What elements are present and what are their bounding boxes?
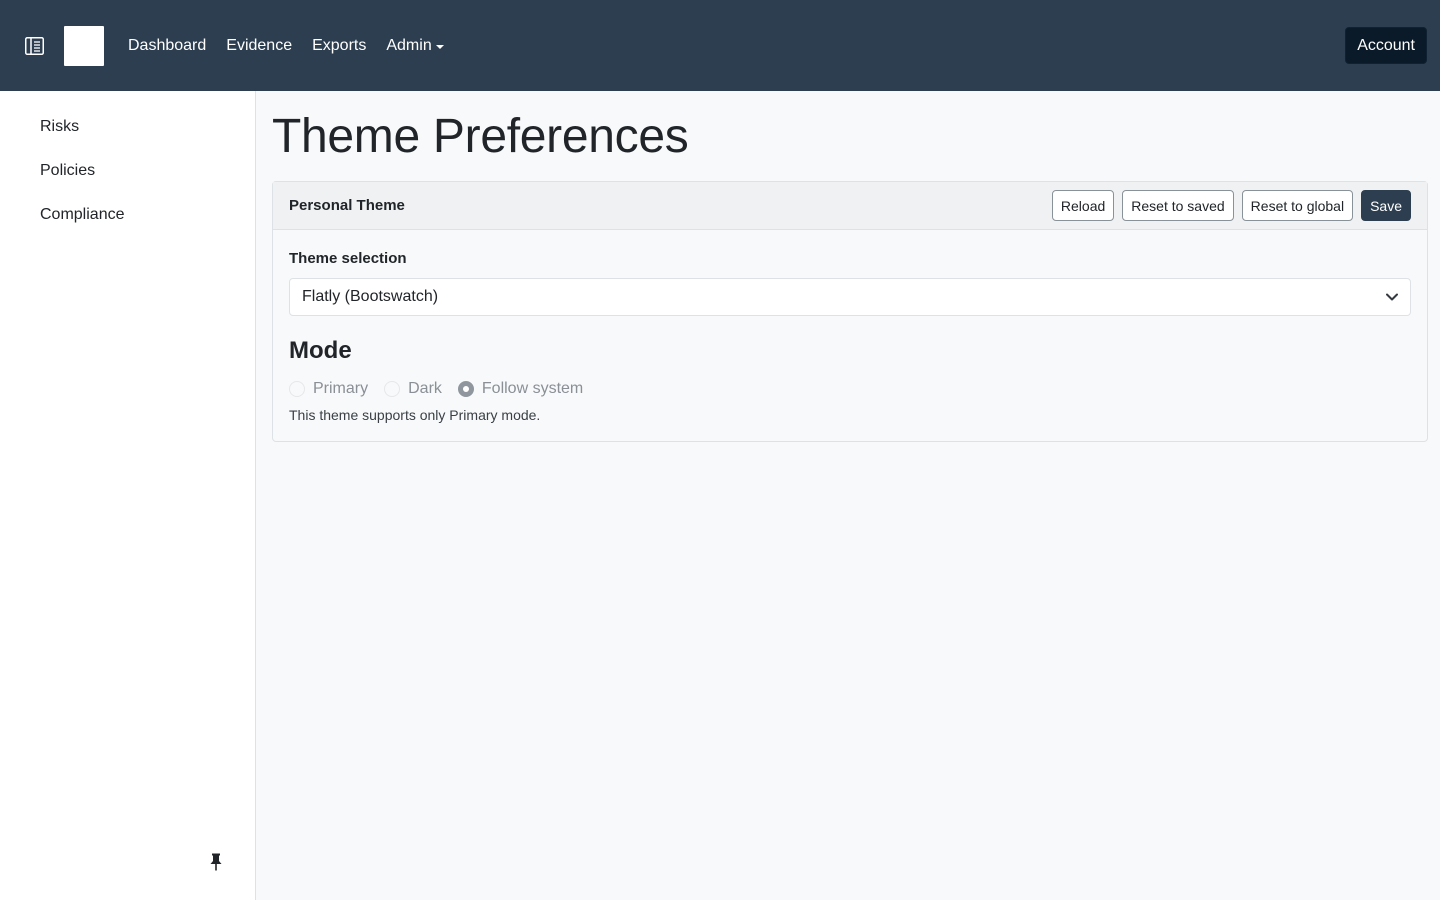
nav-dropdown-admin-label: Admin [386, 36, 432, 54]
radio-primary[interactable] [289, 381, 305, 397]
main-nav: Dashboard Evidence Exports Admin [128, 37, 464, 55]
reload-button[interactable]: Reload [1051, 190, 1115, 221]
mode-help-text: This theme supports only Primary mode. [289, 407, 541, 423]
theme-select-value: Flatly (Bootswatch) [302, 288, 439, 305]
reset-to-saved-button[interactable]: Reset to saved [1122, 190, 1234, 221]
radio-dark-label: Dark [408, 380, 442, 397]
personal-theme-card: Personal Theme Reload Reset to saved Res… [272, 181, 1428, 442]
theme-select[interactable]: Flatly (Bootswatch) [289, 278, 1411, 316]
card-title: Personal Theme [289, 197, 405, 214]
card-header: Personal Theme Reload Reset to saved Res… [273, 182, 1427, 230]
sidebar-item-risks[interactable]: Risks [40, 118, 79, 136]
sidebar: Risks Policies Compliance [0, 91, 256, 900]
sidebar-toggle-icon[interactable] [24, 36, 44, 56]
sidebar-item-compliance[interactable]: Compliance [40, 206, 124, 224]
pin-icon[interactable] [207, 851, 225, 873]
radio-follow-system-label: Follow system [481, 380, 584, 397]
chevron-down-icon [1386, 293, 1398, 301]
radio-dark[interactable] [384, 381, 401, 397]
radio-primary-label: Primary [313, 380, 369, 397]
card-body: Theme selection Flatly (Bootswatch) Mode… [273, 230, 1427, 441]
nav-dropdown-admin[interactable]: Admin [386, 36, 444, 55]
caret-down-icon [435, 44, 444, 49]
brand-logo[interactable] [64, 25, 104, 66]
nav-link-dashboard[interactable]: Dashboard [128, 37, 206, 55]
account-button[interactable]: Account [1345, 27, 1427, 64]
radio-follow-system[interactable] [457, 381, 474, 397]
nav-link-exports[interactable]: Exports [312, 37, 366, 55]
reset-to-global-button[interactable]: Reset to global [1241, 190, 1354, 221]
page-title: Theme Preferences [272, 110, 689, 163]
mode-radio-group: Primary Dark Follow system [289, 378, 1411, 400]
mode-heading: Mode [289, 337, 352, 364]
save-button[interactable]: Save [1361, 190, 1411, 221]
theme-selection-label: Theme selection [289, 250, 407, 267]
card-actions: Reload Reset to saved Reset to global Sa… [1044, 190, 1411, 221]
mode-option-follow-system[interactable]: Follow system [457, 380, 584, 398]
main-content: Theme Preferences Personal Theme Reload … [272, 91, 1428, 442]
top-navbar: Dashboard Evidence Exports Admin Account [0, 0, 1440, 91]
sidebar-item-policies[interactable]: Policies [40, 162, 95, 180]
mode-option-dark[interactable]: Dark [384, 380, 442, 398]
nav-link-evidence[interactable]: Evidence [226, 37, 292, 55]
mode-option-primary[interactable]: Primary [289, 380, 368, 398]
